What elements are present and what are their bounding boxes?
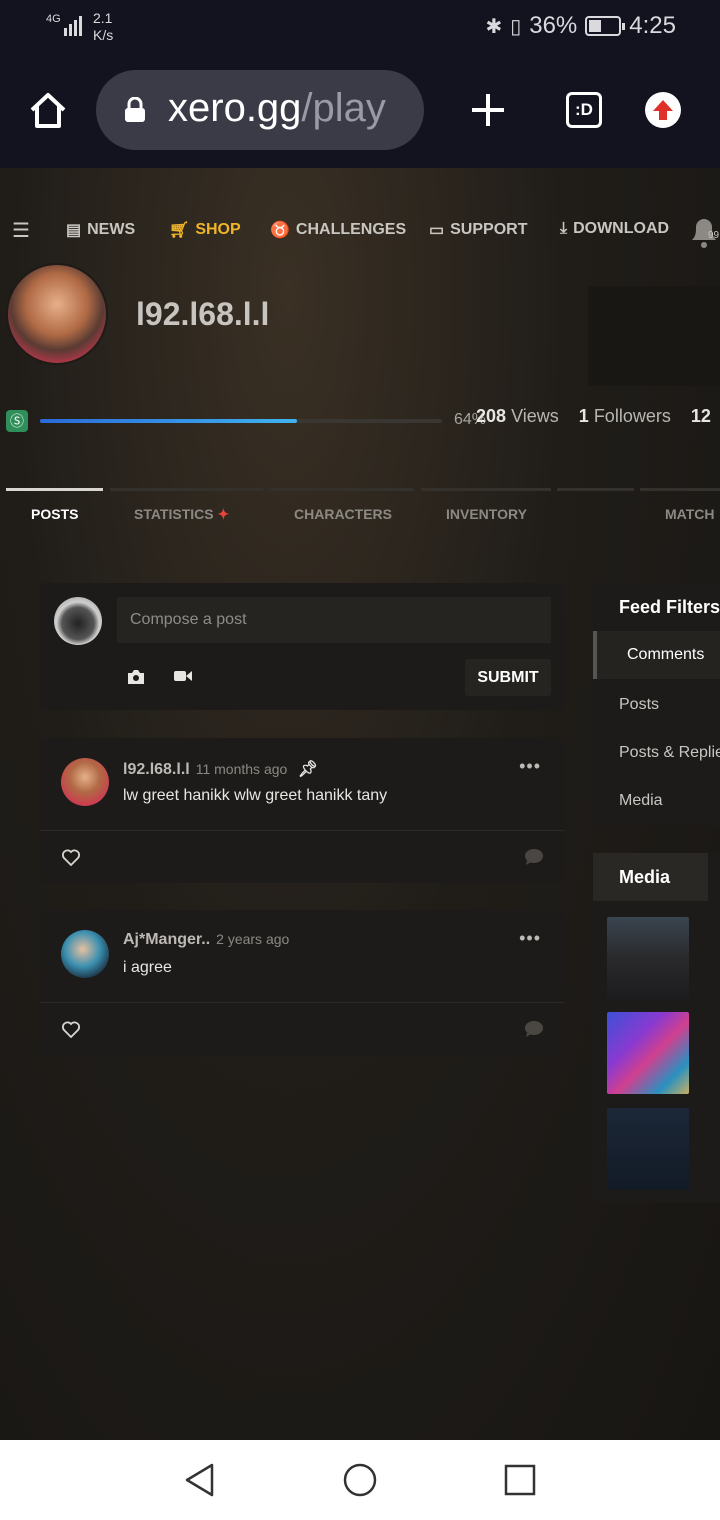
xp-progress-fill xyxy=(40,419,298,423)
home-icon[interactable] xyxy=(28,90,68,130)
post-text: lw greet hanikk wlw greet hanikk tany xyxy=(123,787,388,804)
nav-download[interactable]: ⤓ DOWNLOAD xyxy=(560,220,669,238)
post-card: Aj*Manger.. 2 years ago i agree ••• xyxy=(40,910,565,1055)
composer-avatar xyxy=(54,597,102,645)
followers-count[interactable]: 1 xyxy=(579,406,589,426)
heart-icon[interactable] xyxy=(61,1020,81,1040)
battery-percent: 36% xyxy=(529,12,578,39)
tab-match[interactable]: MATCH xyxy=(665,506,715,522)
home-circle-icon[interactable] xyxy=(342,1462,378,1498)
vibrate-icon: ▯ xyxy=(510,15,522,38)
recents-icon[interactable] xyxy=(502,1462,538,1498)
nav-challenges[interactable]: ♉ CHALLENGES xyxy=(270,220,406,240)
ticket-icon: ▭ xyxy=(429,222,445,239)
nav-support[interactable]: ▭ SUPPORT xyxy=(429,220,527,240)
compose-post-input[interactable] xyxy=(117,597,551,643)
post-actions xyxy=(40,830,565,883)
system-nav-bar xyxy=(0,1440,720,1520)
more-options-icon[interactable]: ••• xyxy=(519,928,541,949)
tab-inventory[interactable]: INVENTORY xyxy=(446,506,527,522)
hamburger-icon[interactable]: ☰ xyxy=(12,218,30,243)
media-thumbnail[interactable] xyxy=(607,1108,689,1190)
nav-news[interactable]: ▤ NEWS xyxy=(66,220,135,240)
filter-comments[interactable]: Comments xyxy=(593,631,720,679)
profile-stats: 208 Views 1 Followers 12 xyxy=(476,406,711,427)
notifications-button[interactable]: 99 xyxy=(688,214,720,250)
status-bar: 4G 2.1 K/s ✱ ▯ 36% 4:25 xyxy=(0,0,720,56)
post-author-avatar[interactable] xyxy=(61,930,109,978)
media-title: Media xyxy=(593,853,708,901)
nav-shop[interactable]: 🛒︎ SHOP xyxy=(169,220,241,240)
post-author-avatar[interactable] xyxy=(61,758,109,806)
pin-icon: 📌︎ xyxy=(297,761,319,778)
signal-icon xyxy=(64,16,82,36)
post-time: 11 months ago xyxy=(195,761,288,777)
cart-icon: 🛒︎ xyxy=(169,222,190,239)
battery-icon xyxy=(585,16,626,36)
xp-progress-bar xyxy=(40,419,442,423)
profile-tabs: POSTS STATISTICS ✦ CHARACTERS INVENTORY … xyxy=(0,488,720,538)
update-icon[interactable] xyxy=(645,92,681,128)
media-thumbnail[interactable] xyxy=(607,1012,689,1094)
comment-icon[interactable] xyxy=(524,848,544,866)
tab-active-indicator xyxy=(6,488,103,491)
post-composer: SUBMIT xyxy=(40,583,565,710)
profile-stats-card xyxy=(588,286,720,386)
address-bar[interactable]: xero.gg/play xyxy=(96,70,424,150)
arrow-up-icon xyxy=(653,100,673,120)
notification-count: 99 xyxy=(708,230,720,241)
network-type: 4G xyxy=(46,13,61,25)
network-speed: 2.1 K/s xyxy=(93,10,114,43)
views-count: 208 xyxy=(476,406,507,426)
following-count[interactable]: 12 xyxy=(691,406,711,426)
back-icon[interactable] xyxy=(182,1462,218,1498)
heart-icon[interactable] xyxy=(61,848,81,868)
download-icon: ⤓ xyxy=(560,220,568,237)
followers-label[interactable]: Followers xyxy=(594,406,671,426)
media-thumbnail[interactable] xyxy=(607,917,689,999)
submit-button[interactable]: SUBMIT xyxy=(465,659,551,696)
filter-posts-replies[interactable]: Posts & Replie xyxy=(619,744,720,762)
profile-username: l92.l68.l.l xyxy=(136,296,270,332)
camera-icon[interactable] xyxy=(127,669,145,685)
feed-filters-title: Feed Filters xyxy=(619,597,720,617)
filter-posts[interactable]: Posts xyxy=(619,696,659,714)
more-options-icon[interactable]: ••• xyxy=(519,756,541,777)
tab-characters[interactable]: CHARACTERS xyxy=(294,506,392,522)
clock: 4:25 xyxy=(629,12,676,39)
sparkle-icon: ✦ xyxy=(217,506,230,522)
video-icon[interactable] xyxy=(173,669,193,683)
newspaper-icon: ▤ xyxy=(66,222,82,239)
tab-posts[interactable]: POSTS xyxy=(31,506,78,522)
browser-toolbar: xero.gg/play :D xyxy=(0,56,720,168)
tab-statistics[interactable]: STATISTICS ✦ xyxy=(134,506,229,523)
post-author[interactable]: l92.l68.l.l 11 months ago 📌︎ xyxy=(123,759,318,779)
url-text: xero.gg/play xyxy=(168,86,386,130)
site-nav: ☰ ▤ NEWS 🛒︎ SHOP ♉ CHALLENGES ▭ SUPPORT ⤓ DOW… xyxy=(0,208,720,252)
post-card: l92.l68.l.l 11 months ago 📌︎ lw greet han… xyxy=(40,738,565,883)
lock-icon xyxy=(125,97,145,122)
filter-media[interactable]: Media xyxy=(619,792,663,810)
post-actions xyxy=(40,1002,565,1055)
post-text: i agree xyxy=(123,959,172,976)
tab-switcher-button[interactable]: :D xyxy=(566,92,602,128)
media-panel: Media xyxy=(593,853,720,1203)
post-author[interactable]: Aj*Manger.. 2 years ago xyxy=(123,931,289,949)
web-page: ☰ ▤ NEWS 🛒︎ SHOP ♉ CHALLENGES ▭ SUPPORT ⤓ DOW… xyxy=(0,168,720,1440)
new-tab-icon[interactable] xyxy=(468,90,508,130)
comment-icon[interactable] xyxy=(524,1020,544,1038)
post-time: 2 years ago xyxy=(216,931,290,947)
feed-filters-panel: Feed Filters Comments Posts Posts & Repl… xyxy=(593,583,720,826)
bluetooth-icon: ✱ xyxy=(485,15,503,38)
xp-level-icon: Ⓢ xyxy=(6,410,28,432)
profile-avatar[interactable] xyxy=(6,263,108,365)
medal-icon: ♉ xyxy=(270,222,290,239)
views-label: Views xyxy=(511,406,559,426)
